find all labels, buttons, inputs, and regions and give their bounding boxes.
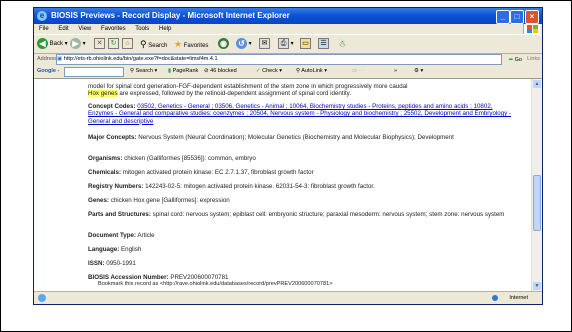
- folder-icon: ▭: [300, 37, 311, 49]
- address-bar: Address ▣ http://ets-rb.ohiolink.edu/bin…: [34, 53, 542, 65]
- major-concepts-value: Nervous System (Neural Coordination); Mo…: [138, 134, 454, 141]
- pagerank-button[interactable]: ▮ PageRank: [168, 65, 198, 78]
- check-icon: ✓: [256, 68, 261, 74]
- ie-logo-icon: e: [37, 11, 47, 21]
- globe-icon: [492, 295, 498, 301]
- autofill-button[interactable]: ▭ ···: [352, 65, 364, 78]
- history-icon: ↺: [236, 37, 247, 49]
- back-button[interactable]: ◀ Back ▾: [37, 37, 68, 51]
- highlight-term: Hox genes: [88, 90, 118, 98]
- discuss-button[interactable]: ☰: [318, 37, 329, 51]
- browser-window: e BIOSIS Previews - Record Display - Mic…: [33, 7, 543, 305]
- document-type: Document Type: Article: [88, 232, 155, 239]
- pagerank-icon: ▮: [168, 68, 172, 74]
- language: Language: English: [88, 246, 142, 253]
- home-button[interactable]: ⌂: [122, 37, 133, 51]
- parts-and-structures: Parts and Structures: spinal cord: nervo…: [88, 211, 505, 218]
- menu-edit[interactable]: Edit: [58, 26, 68, 32]
- scroll-up-icon[interactable]: ▲: [533, 80, 541, 88]
- abstract-line: model for spinal cord generation-FGF-dep…: [88, 83, 408, 90]
- stop-icon: ✕: [94, 37, 105, 49]
- address-label: Address: [37, 56, 58, 62]
- media-button[interactable]: ◉: [218, 37, 229, 51]
- page-done-icon: [38, 294, 46, 302]
- popup-blocker-button[interactable]: ⊘ 46 blocked: [204, 65, 237, 78]
- links-button[interactable]: Links: [527, 53, 540, 65]
- favorites-button[interactable]: ★ Favorites: [174, 37, 208, 51]
- home-icon: ⌂: [122, 37, 133, 49]
- search-icon: ⚲: [140, 39, 147, 49]
- chemicals: Chemicals: mitogen activated protein kin…: [88, 169, 314, 176]
- address-url: http://ets-rb.ohiolink.edu/bin/gate.exe?…: [63, 56, 218, 62]
- vertical-scrollbar[interactable]: ▲ ▼: [531, 79, 542, 291]
- print-button[interactable]: ⎙ ▾: [278, 37, 294, 51]
- close-button[interactable]: ×: [525, 10, 539, 24]
- go-arrow-icon: ➡: [508, 57, 514, 63]
- mail-icon: ✉: [259, 37, 270, 49]
- scroll-thumb[interactable]: [533, 175, 541, 231]
- title-bar: e BIOSIS Previews - Record Display - Mic…: [34, 8, 542, 24]
- bookmark-text: Bookmark this record as <http://rave.ohi…: [98, 281, 333, 288]
- google-search-button[interactable]: ⚲ Search ▾: [130, 65, 157, 78]
- google-logo[interactable]: Google -: [37, 65, 59, 78]
- messenger-icon: ☃: [338, 39, 347, 49]
- history-button[interactable]: ↺ ▾: [236, 37, 252, 51]
- maximize-button[interactable]: □: [510, 10, 524, 24]
- status-bar: Internet: [34, 291, 542, 304]
- scroll-down-icon[interactable]: ▼: [533, 282, 541, 290]
- messenger-button[interactable]: ☃: [338, 37, 346, 51]
- toolbar: ◀ Back ▾ ▶ ▾ ✕ ↻ ⌂ ⚲ Search ★ Favorites: [34, 34, 542, 54]
- major-concepts-label: Major Concepts:: [88, 134, 137, 141]
- windows-logo-icon: [523, 24, 540, 34]
- autolink-icon: ⚲: [296, 68, 301, 74]
- address-input[interactable]: ▣ http://ets-rb.ohiolink.edu/bin/gate.ex…: [56, 54, 502, 65]
- google-search-input[interactable]: [64, 67, 124, 77]
- google-settings-button[interactable]: ⚙ ▾: [414, 65, 423, 78]
- minimize-button[interactable]: _: [496, 10, 510, 24]
- mail-button[interactable]: ✉: [259, 37, 270, 51]
- menu-file[interactable]: File: [39, 26, 49, 32]
- window-title: BIOSIS Previews - Record Display - Micro…: [51, 11, 290, 20]
- concept-codes: Concept Codes: 03502, Genetics - General…: [88, 103, 518, 125]
- menu-view[interactable]: View: [78, 26, 91, 32]
- search-button[interactable]: ⚲ Search: [140, 37, 167, 51]
- settings-icon: ⚙: [414, 68, 419, 74]
- autolink-button[interactable]: ⚲ AutoLink ▾: [296, 65, 327, 78]
- concept-codes-links[interactable]: 03502, Genetics - General ; 03506, Genet…: [88, 103, 511, 125]
- edit-button[interactable]: ▭: [300, 37, 311, 51]
- organisms: Organisms: chicken (Galliformes [85536])…: [88, 155, 256, 162]
- star-icon: ★: [174, 39, 183, 49]
- abstract-line-2: Hox genes are expressed, followed by the…: [88, 90, 352, 98]
- print-icon: ⎙: [278, 37, 289, 49]
- google-search-icon: ⚲: [130, 68, 135, 74]
- menu-help[interactable]: Help: [159, 26, 171, 32]
- media-icon: ◉: [218, 37, 229, 49]
- issn: ISSN: 0950-1991: [88, 260, 136, 267]
- abstract-tail: model for spinal cord generation-FGF-dep…: [88, 79, 518, 98]
- more-chevron-icon[interactable]: »: [394, 65, 397, 78]
- registry-numbers: Registry Numbers: 142243-02-5: mitogen a…: [88, 183, 375, 190]
- refresh-button[interactable]: ↻: [108, 37, 119, 51]
- security-zone: Internet: [509, 295, 528, 301]
- menu-tools[interactable]: Tools: [135, 26, 149, 32]
- forward-button[interactable]: ▶ ▾: [70, 37, 86, 51]
- screenshot-frame: e BIOSIS Previews - Record Display - Mic…: [0, 0, 572, 332]
- popup-blocked-icon: ⊘: [204, 68, 209, 74]
- stop-button[interactable]: ✕: [94, 37, 105, 51]
- major-concepts: Major Concepts: Nervous System (Neural C…: [88, 134, 518, 141]
- genes: Genes: chicken Hox gene [Galliformes]: e…: [88, 197, 230, 204]
- page-content: model for spinal cord generation-FGF-dep…: [34, 79, 531, 291]
- page-icon: ▣: [57, 56, 63, 62]
- refresh-icon: ↻: [108, 37, 119, 49]
- menu-favorites[interactable]: Favorites: [101, 26, 126, 32]
- discuss-icon: ☰: [318, 37, 329, 49]
- concept-codes-label: Concept Codes:: [88, 103, 136, 110]
- back-arrow-icon: ◀: [37, 37, 48, 49]
- google-toolbar: Google - ⚲ Search ▾ ▮ PageRank ⊘ 46 bloc…: [34, 65, 542, 79]
- spell-check-button[interactable]: ✓ Check ▾: [256, 65, 282, 78]
- forward-arrow-icon: ▶: [70, 37, 81, 49]
- accession-number: BIOSIS Accession Number: PREV20060007078…: [88, 274, 518, 289]
- menu-bar: File Edit View Favorites Tools Help: [34, 24, 542, 34]
